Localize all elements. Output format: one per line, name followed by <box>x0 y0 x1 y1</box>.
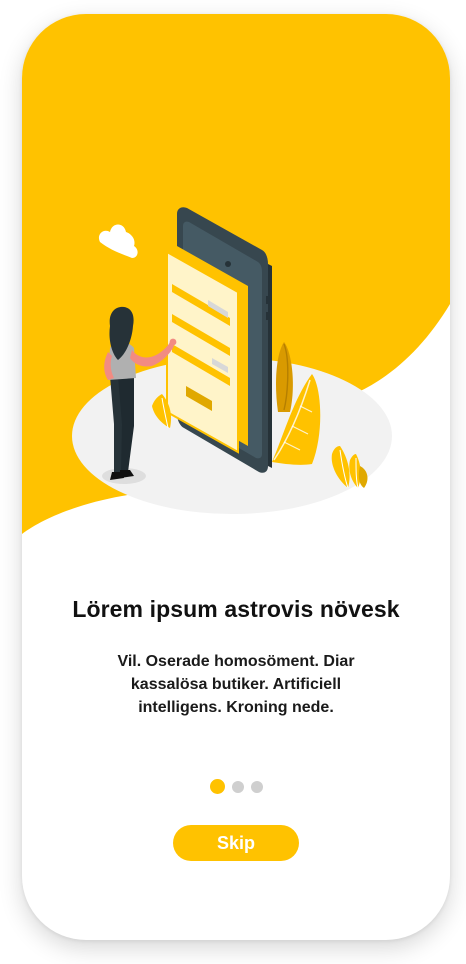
pagination-dots <box>22 779 450 794</box>
cloud-icon <box>98 224 138 258</box>
woman-using-giant-smartphone-illustration <box>72 207 392 514</box>
onboarding-description: Vil. Oserade homosöment. Diar kassalösa … <box>117 653 355 716</box>
onboarding-title: Lörem ipsum astrovis növesk <box>72 596 400 622</box>
pagination-dot-1[interactable] <box>209 779 225 794</box>
pagination-dot-3[interactable] <box>250 780 263 793</box>
phone-screen: Lörem ipsum astrovis növesk Vil. Oserade… <box>22 14 450 940</box>
skip-button[interactable]: Skip <box>173 825 299 861</box>
pagination-dot-2[interactable] <box>231 780 244 793</box>
plant-large-icon <box>272 342 321 465</box>
